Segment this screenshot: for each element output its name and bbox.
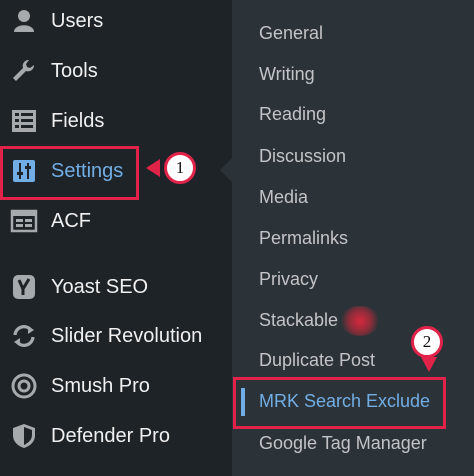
submenu-item-google-tag-manager[interactable]: Google Tag Manager (232, 424, 474, 462)
submenu-pointer (220, 158, 232, 182)
sidebar-item-defender-pro[interactable]: Defender Pro (0, 416, 232, 456)
submenu-item-discussion[interactable]: Discussion (232, 137, 474, 175)
smush-icon (10, 373, 38, 399)
callout-badge-1: 1 (164, 152, 196, 184)
submenu-item-label: Discussion (259, 146, 347, 166)
refresh-icon (10, 323, 38, 349)
sidebar-item-label: Slider Revolution (51, 325, 203, 347)
admin-sidebar: Users Tools Fields Settings ACF Yoast SE… (0, 0, 232, 476)
submenu-item-label: General (259, 23, 324, 43)
submenu-item-label: Duplicate Post (259, 350, 376, 370)
list-icon (10, 108, 38, 134)
submenu-item-reading[interactable]: Reading (232, 95, 474, 133)
sidebar-item-label: Smush Pro (51, 375, 150, 397)
submenu-item-media[interactable]: Media (232, 178, 474, 216)
callout-badge-2: 2 (411, 326, 443, 358)
sidebar-item-label: Fields (51, 110, 105, 132)
sidebar-item-yoast-seo[interactable]: Yoast SEO (0, 267, 232, 307)
sidebar-item-label: ACF (51, 210, 91, 232)
submenu-item-permalinks[interactable]: Permalinks (232, 219, 474, 257)
submenu-item-writing[interactable]: Writing (232, 55, 474, 93)
sidebar-item-label: Tools (51, 60, 98, 82)
sidebar-item-label: Yoast SEO (51, 276, 149, 298)
shield-icon (10, 423, 38, 449)
sidebar-item-acf[interactable]: ACF (0, 201, 232, 241)
yoast-icon (10, 274, 38, 300)
submenu-item-label: Writing (259, 64, 315, 84)
submenu-item-label: Reading (259, 104, 327, 124)
sidebar-item-slider-revolution[interactable]: Slider Revolution (0, 316, 232, 356)
sidebar-item-smush-pro[interactable]: Smush Pro (0, 366, 232, 406)
submenu-item-privacy[interactable]: Privacy (232, 260, 474, 298)
submenu-item-label: Permalinks (259, 228, 349, 248)
submenu-item-label: Stackable (259, 310, 339, 330)
submenu-item-label: Privacy (259, 269, 319, 289)
submenu-item-label: Google Tag Manager (259, 433, 427, 453)
grid-icon (10, 208, 38, 234)
sidebar-item-fields[interactable]: Fields (0, 101, 232, 141)
mrk-highlight-box (233, 377, 446, 429)
submenu-item-general[interactable]: General (232, 14, 474, 52)
sidebar-item-label: Users (51, 10, 104, 32)
blurred-badge (340, 306, 380, 336)
submenu-item-label: Media (259, 187, 309, 207)
wrench-icon (10, 58, 38, 84)
settings-highlight-box (0, 146, 139, 200)
user-icon (10, 8, 38, 34)
sidebar-item-label: Defender Pro (51, 425, 170, 447)
sidebar-item-users[interactable]: Users (0, 1, 232, 41)
sidebar-item-tools[interactable]: Tools (0, 51, 232, 91)
